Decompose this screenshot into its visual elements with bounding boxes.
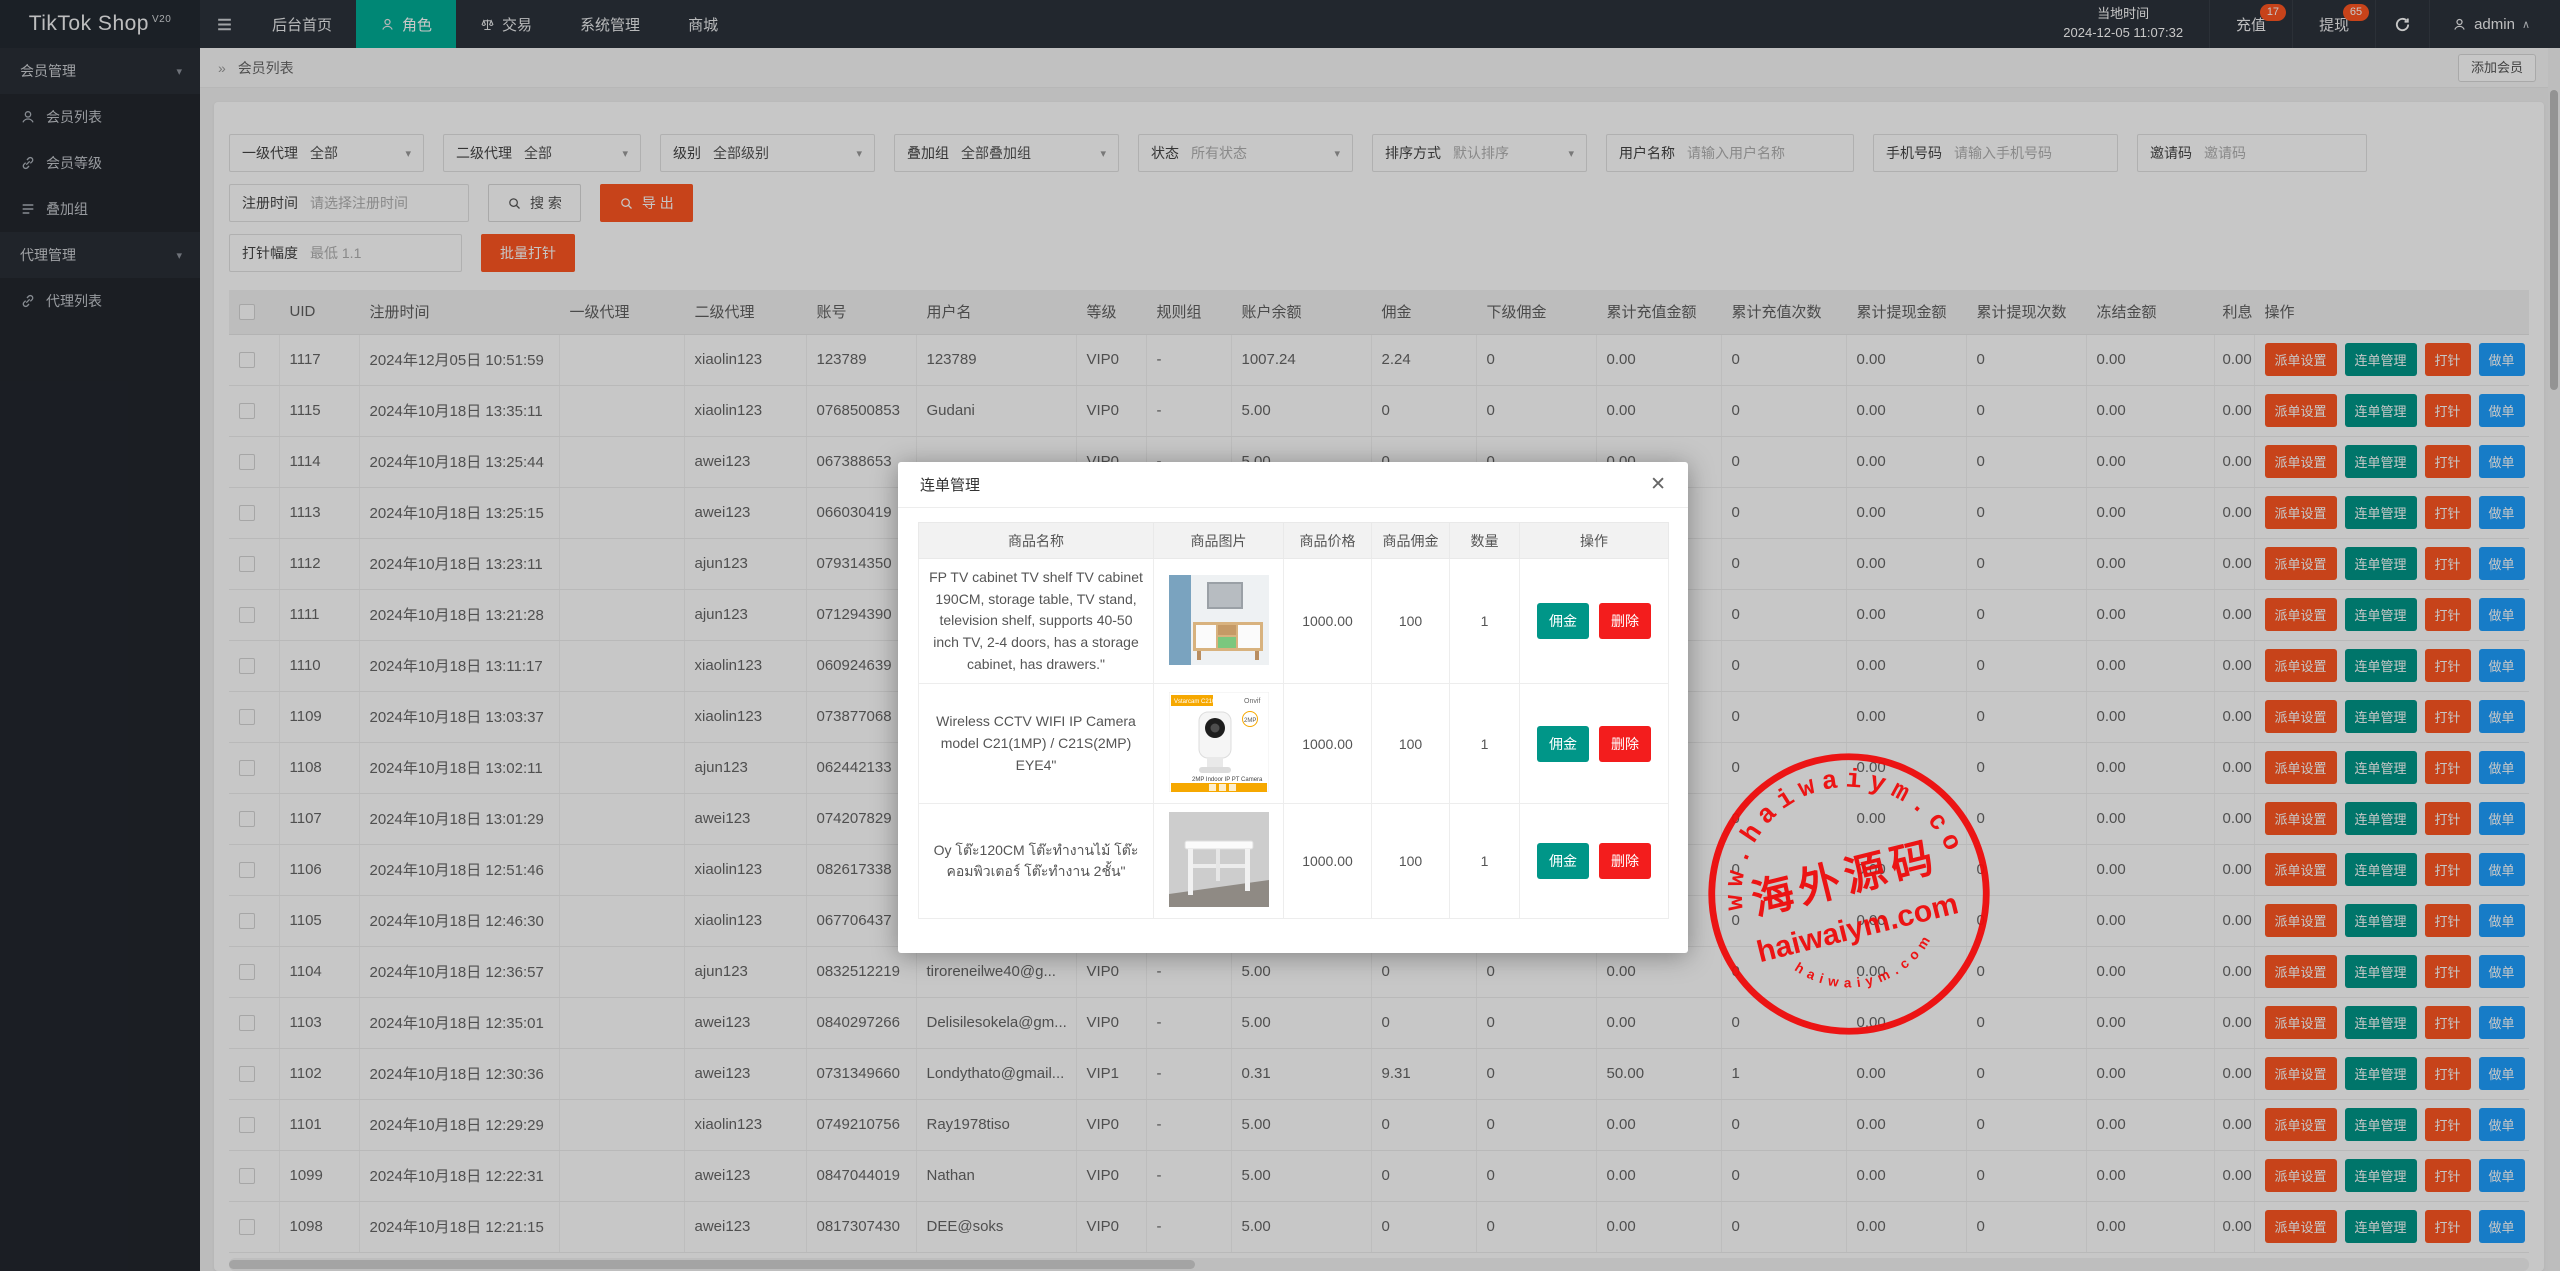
product-row: Oy โต๊ะ120CM โต๊ะทำงานไม้ โต๊ะคอมพิวเตอร… — [919, 804, 1669, 919]
close-icon[interactable]: ✕ — [1650, 475, 1666, 494]
commission-button[interactable]: 佣金 — [1537, 726, 1589, 762]
product-name: Oy โต๊ะ120CM โต๊ะทำงานไม้ โต๊ะคอมพิวเตอร… — [919, 804, 1154, 919]
product-table-header-row: 商品名称商品图片商品价格商品佣金数量操作 — [919, 523, 1669, 559]
svg-text:Onvif: Onvif — [1244, 698, 1260, 705]
product-name: FP TV cabinet TV shelf TV cabinet 190CM,… — [919, 559, 1154, 684]
delete-button[interactable]: 删除 — [1599, 843, 1651, 879]
svg-text:Vstarcam C210: Vstarcam C210 — [1174, 699, 1216, 705]
modal-title: 连单管理 — [920, 474, 980, 495]
product-image: Vstarcam C210 Onvif 2MP 2MP Indoor IP PT Ca… — [1169, 692, 1269, 792]
product-row: FP TV cabinet TV shelf TV cabinet 190CM,… — [919, 559, 1669, 684]
product-table-header-cell: 商品价格 — [1284, 523, 1372, 559]
product-table-body: FP TV cabinet TV shelf TV cabinet 190CM,… — [919, 559, 1669, 919]
svg-text:2MP: 2MP — [1244, 718, 1256, 724]
product-price: 1000.00 — [1284, 559, 1372, 684]
commission-button[interactable]: 佣金 — [1537, 603, 1589, 639]
product-image — [1169, 575, 1269, 665]
product-actions: 佣金 删除 — [1520, 559, 1669, 684]
delete-button[interactable]: 删除 — [1599, 603, 1651, 639]
product-commission: 100 — [1372, 684, 1450, 804]
product-table-header-cell: 商品佣金 — [1372, 523, 1450, 559]
product-price: 1000.00 — [1284, 804, 1372, 919]
svg-text:2MP Indoor IP PT Camera: 2MP Indoor IP PT Camera — [1192, 777, 1263, 783]
product-image — [1169, 812, 1269, 907]
product-actions: 佣金 删除 — [1520, 684, 1669, 804]
chain-order-modal: 连单管理 ✕ 商品名称商品图片商品价格商品佣金数量操作 FP TV cabine… — [898, 462, 1688, 953]
product-actions: 佣金 删除 — [1520, 804, 1669, 919]
product-quantity: 1 — [1450, 684, 1520, 804]
product-table-header-cell: 操作 — [1520, 523, 1669, 559]
product-name: Wireless CCTV WIFI IP Camera model C21(1… — [919, 684, 1154, 804]
delete-button[interactable]: 删除 — [1599, 726, 1651, 762]
modal-header: 连单管理 ✕ — [898, 462, 1688, 508]
commission-button[interactable]: 佣金 — [1537, 843, 1589, 879]
product-table: 商品名称商品图片商品价格商品佣金数量操作 FP TV cabinet TV sh… — [918, 522, 1669, 919]
product-commission: 100 — [1372, 559, 1450, 684]
product-quantity: 1 — [1450, 559, 1520, 684]
modal-body: 商品名称商品图片商品价格商品佣金数量操作 FP TV cabinet TV sh… — [898, 508, 1688, 953]
product-table-header-cell: 商品名称 — [919, 523, 1154, 559]
product-price: 1000.00 — [1284, 684, 1372, 804]
product-commission: 100 — [1372, 804, 1450, 919]
product-row: Wireless CCTV WIFI IP Camera model C21(1… — [919, 684, 1669, 804]
product-quantity: 1 — [1450, 804, 1520, 919]
product-table-header-cell: 商品图片 — [1154, 523, 1284, 559]
product-table-header-cell: 数量 — [1450, 523, 1520, 559]
